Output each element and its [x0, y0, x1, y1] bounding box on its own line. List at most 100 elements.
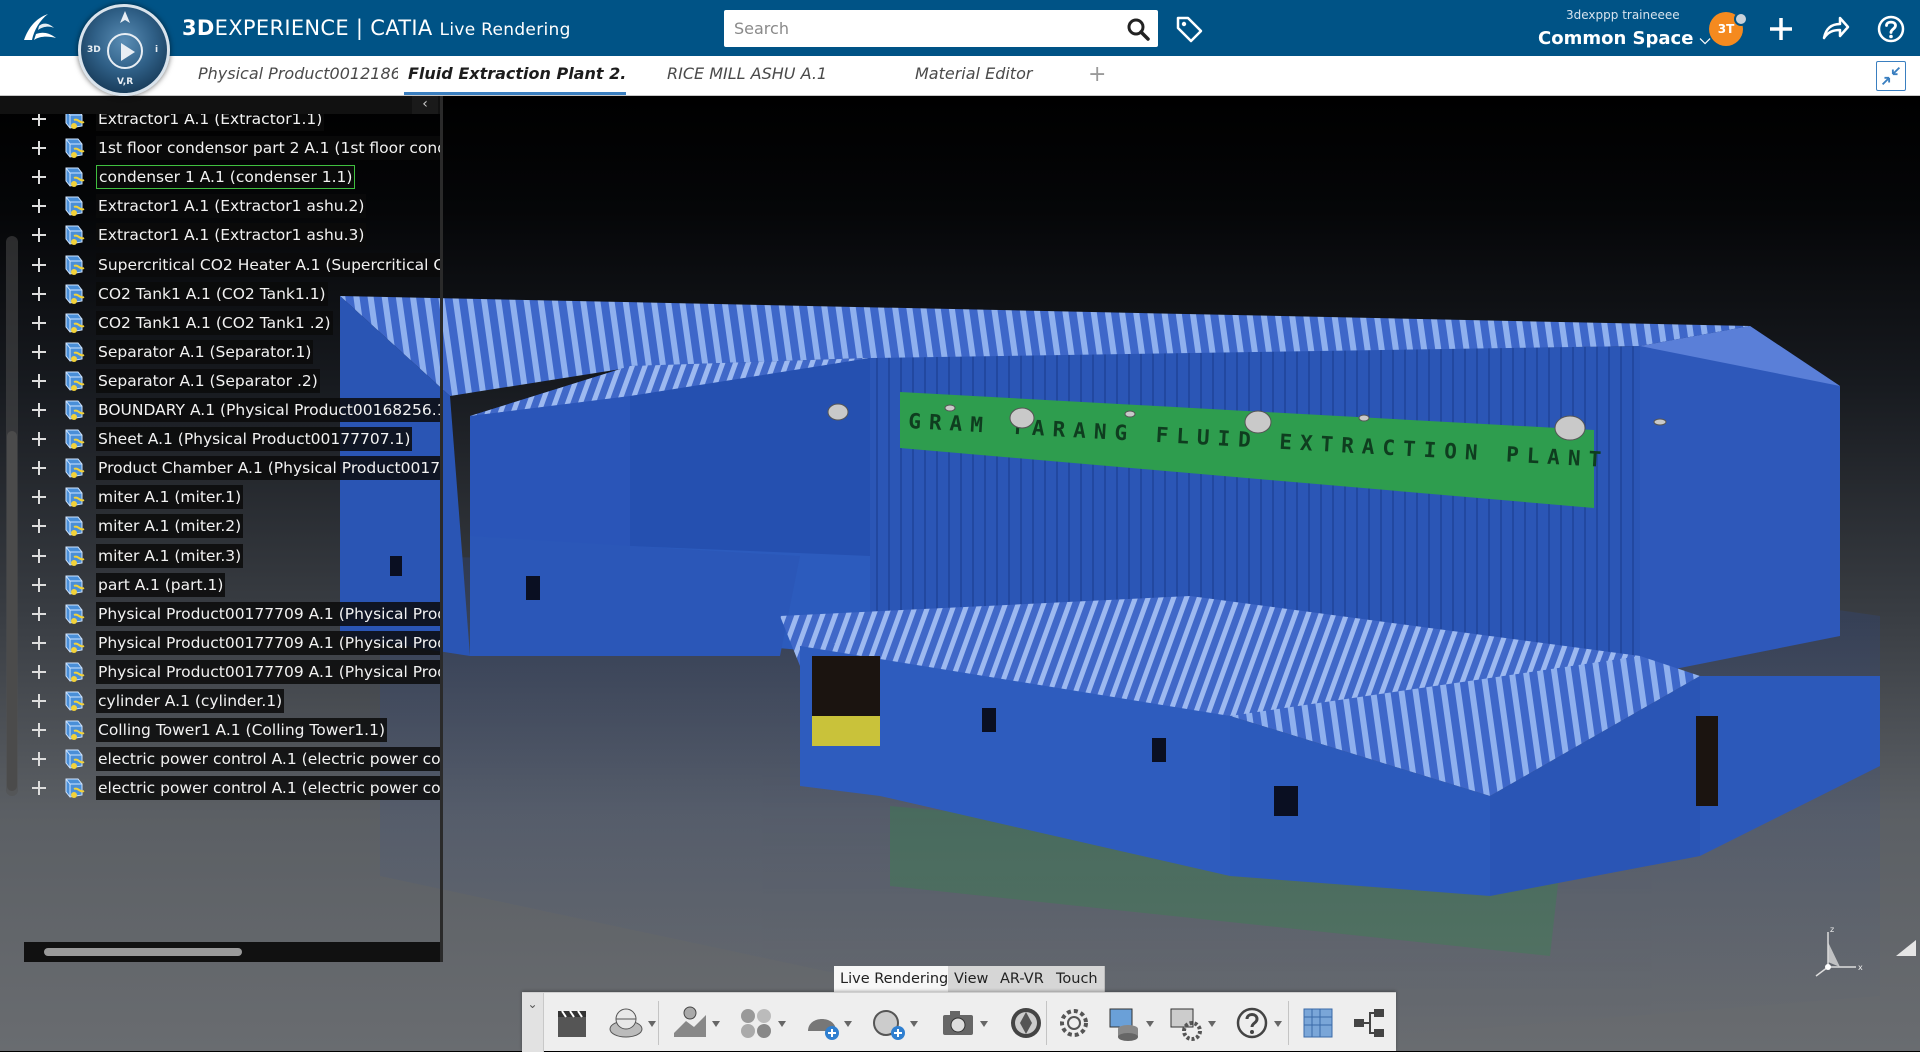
render-aperture-icon[interactable]	[1006, 1003, 1046, 1043]
expand-plus-icon[interactable]	[32, 286, 46, 301]
tab-rice-mill[interactable]: RICE MILL ASHU A.1	[667, 64, 847, 83]
expand-plus-icon[interactable]	[32, 114, 46, 126]
tab-ar-vr[interactable]: AR-VR	[994, 966, 1051, 992]
settings-gear-icon[interactable]	[1054, 1003, 1094, 1043]
notification-dot	[1734, 12, 1748, 26]
collapse-arrows-icon[interactable]	[1876, 61, 1906, 91]
tab-fluid-extraction-plant[interactable]: Fluid Extraction Plant 2.0 A	[408, 64, 626, 83]
dropdown-arrow-icon[interactable]	[648, 1021, 656, 1027]
environment-icon[interactable]	[606, 1003, 646, 1043]
expand-plus-icon[interactable]	[32, 490, 46, 505]
share-icon[interactable]	[1820, 14, 1850, 44]
tree-node-label[interactable]: miter A.1 (miter.1)	[96, 485, 244, 510]
add-light-icon[interactable]	[802, 1003, 842, 1043]
tree-node-label[interactable]: Product Chamber A.1 (Physical Product001…	[96, 456, 440, 481]
tree-node-label[interactable]: 1st floor condensor part 2 A.1 (1st floo…	[96, 136, 440, 161]
plus-icon[interactable]	[1766, 14, 1796, 44]
tree-node-label[interactable]: condenser 1 A.1 (condenser 1.1)	[96, 165, 356, 190]
expand-plus-icon[interactable]	[32, 723, 46, 738]
tree-node-label[interactable]: Colling Tower1 A.1 (Colling Tower1.1)	[96, 718, 388, 743]
tree-node-label[interactable]: Physical Product00177709 A.1 (Physical P…	[96, 659, 440, 684]
tree-node-label[interactable]: electric power control A.1 (electric pow…	[96, 776, 440, 801]
tree-node-label[interactable]: Extractor1 A.1 (Extractor1 ashu.3)	[96, 223, 367, 248]
dropdown-arrow-icon[interactable]	[778, 1021, 786, 1027]
expand-plus-icon[interactable]	[32, 548, 46, 563]
add-tab-button[interactable]: +	[1088, 62, 1106, 87]
tab-touch[interactable]: Touch	[1050, 966, 1105, 992]
tree-node-label[interactable]: part A.1 (part.1)	[96, 572, 226, 597]
expand-plus-icon[interactable]	[32, 606, 46, 621]
texture-icon[interactable]	[1298, 1003, 1338, 1043]
play-icon[interactable]	[107, 33, 143, 69]
expand-plus-icon[interactable]	[32, 752, 46, 767]
tree-structure-icon[interactable]	[1348, 1003, 1388, 1043]
expand-plus-icon[interactable]	[32, 315, 46, 330]
expand-plus-icon[interactable]	[32, 519, 46, 534]
tree-divider[interactable]	[440, 96, 443, 962]
expand-plus-icon[interactable]	[32, 199, 46, 214]
dropdown-arrow-icon[interactable]	[910, 1021, 918, 1027]
dropdown-arrow-icon[interactable]	[712, 1021, 720, 1027]
dropdown-arrow-icon[interactable]	[1208, 1021, 1216, 1027]
expand-plus-icon[interactable]	[32, 373, 46, 388]
expand-plus-icon[interactable]	[32, 577, 46, 592]
tree-node-label[interactable]: BOUNDARY A.1 (Physical Product00168256.1…	[96, 398, 440, 422]
expand-plus-icon[interactable]	[32, 664, 46, 679]
expand-plus-icon[interactable]	[32, 694, 46, 708]
tree-node-label[interactable]: electric power control A.1 (electric pow…	[96, 747, 440, 772]
tree-node-label[interactable]: Physical Product00177709 A.1 (Physical P…	[96, 601, 440, 626]
tag-icon[interactable]	[1174, 14, 1204, 44]
tree-node-label[interactable]: Supercritical CO2 Heater A.1 (Supercriti…	[96, 252, 440, 277]
search-icon[interactable]	[1126, 17, 1150, 41]
tab-live-rendering[interactable]: Live Rendering	[834, 966, 956, 992]
tree-node-label[interactable]: Separator A.1 (Separator .2)	[96, 368, 320, 393]
expand-plus-icon[interactable]	[32, 170, 46, 185]
tree-node-label[interactable]: Physical Product00177709 A.1 (Physical P…	[96, 630, 440, 655]
expand-plus-icon[interactable]	[32, 403, 46, 417]
search-input[interactable]	[724, 10, 1114, 47]
tree-node-label[interactable]: miter A.1 (miter.3)	[96, 543, 244, 568]
preferences-gear-icon[interactable]	[1166, 1003, 1206, 1043]
expand-plus-icon[interactable]	[32, 635, 46, 650]
3d-compass[interactable]: 3D i V,R	[78, 4, 170, 96]
camera-add-icon[interactable]	[868, 1003, 908, 1043]
expand-plus-icon[interactable]	[32, 344, 46, 359]
dropdown-arrow-icon[interactable]	[1146, 1021, 1154, 1027]
expand-plus-icon[interactable]	[32, 432, 46, 447]
viewport-corner-handle[interactable]	[1896, 940, 1916, 956]
product-icon	[65, 429, 85, 450]
tree-node-label[interactable]: cylinder A.1 (cylinder.1)	[96, 689, 285, 713]
tab-physical-product[interactable]: Physical Product00121865	[198, 64, 398, 83]
camera-icon[interactable]	[938, 1003, 978, 1043]
expand-plus-icon[interactable]	[32, 228, 46, 243]
expand-plus-icon[interactable]	[32, 141, 46, 156]
help-icon[interactable]	[1232, 1003, 1272, 1043]
help-icon[interactable]	[1876, 14, 1906, 44]
tree-node-label[interactable]: Separator A.1 (Separator.1)	[96, 339, 314, 364]
expand-plus-icon[interactable]	[32, 257, 46, 272]
collaborative-space-selector[interactable]: Common Space ⌵	[1538, 28, 1710, 49]
tree-node-label[interactable]: Extractor1 A.1 (Extractor1.1)	[96, 114, 325, 131]
tree-node-label[interactable]: CO2 Tank1 A.1 (CO2 Tank1.1)	[96, 281, 328, 306]
app-brand-bold: 3D	[182, 16, 215, 40]
dassault-logo-icon[interactable]	[18, 10, 60, 46]
materials-icon[interactable]	[736, 1003, 776, 1043]
dropdown-arrow-icon[interactable]	[980, 1021, 988, 1027]
tree-node-label[interactable]: Sheet A.1 (Physical Product00177707.1)	[96, 427, 413, 452]
tree-node-label[interactable]: miter A.1 (miter.2)	[96, 514, 244, 539]
tree-horizontal-scroll-thumb[interactable]	[44, 948, 242, 956]
action-bar-expand-chevron[interactable]: ⌄	[522, 993, 544, 1052]
axis-triad-icon[interactable]: z x	[1808, 922, 1868, 982]
render-database-icon[interactable]	[1104, 1003, 1144, 1043]
tree-node-label[interactable]: Extractor1 A.1 (Extractor1 ashu.2)	[96, 194, 367, 219]
expand-plus-icon[interactable]	[32, 781, 46, 796]
dropdown-arrow-icon[interactable]	[844, 1021, 852, 1027]
tree-collapse-button[interactable]: ‹	[412, 96, 438, 114]
tree-node-label[interactable]: CO2 Tank1 A.1 (CO2 Tank1 .2)	[96, 310, 333, 335]
expand-plus-icon[interactable]	[32, 461, 46, 476]
lighting-scene-icon[interactable]	[670, 1003, 710, 1043]
tab-view[interactable]: View	[948, 966, 996, 992]
dropdown-arrow-icon[interactable]	[1274, 1021, 1282, 1027]
clapperboard-icon[interactable]	[552, 1003, 592, 1043]
tab-material-editor[interactable]: Material Editor	[915, 64, 1055, 83]
